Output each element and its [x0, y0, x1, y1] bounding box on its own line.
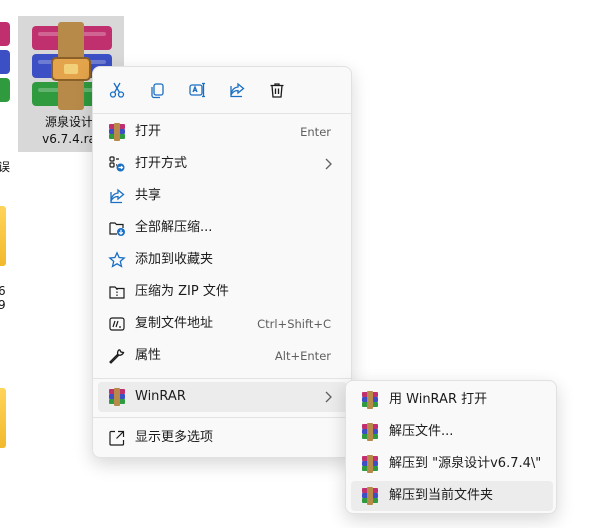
toolbar-divider [93, 113, 351, 114]
menu-item-add-favorites[interactable]: 添加到收藏夹 [98, 245, 347, 275]
submenu-item-label: 用 WinRAR 打开 [389, 392, 488, 407]
submenu-item-extract-files[interactable]: 解压文件... [351, 417, 553, 447]
submenu-item-label: 解压文件... [389, 424, 454, 439]
share-icon [110, 188, 125, 204]
menu-item-label: 全部解压缩... [135, 220, 213, 235]
menu-item-open[interactable]: 打开 Enter [98, 117, 347, 147]
share-button[interactable] [222, 75, 252, 105]
menu-item-shortcut: Enter [300, 125, 331, 139]
rename-button[interactable] [182, 75, 212, 105]
folder-icon[interactable] [0, 206, 6, 266]
chevron-right-icon [325, 391, 332, 403]
submenu-item-extract-to-folder[interactable]: 解压到 "源泉设计v6.7.4\" [351, 449, 553, 479]
chevron-right-icon [325, 158, 332, 170]
menu-item-shortcut: Alt+Enter [274, 349, 331, 363]
menu-item-label: 显示更多选项 [135, 430, 214, 445]
edge-text: 9 [0, 298, 6, 312]
context-toolbar [93, 75, 351, 105]
menu-item-label: 属性 [135, 348, 162, 363]
menu-item-shortcut: Ctrl+Shift+C [257, 317, 331, 331]
cut-button[interactable] [102, 75, 132, 105]
submenu-item-open-with-winrar[interactable]: 用 WinRAR 打开 [351, 385, 553, 415]
winrar-submenu: 用 WinRAR 打开 解压文件... 解压到 "源泉设计v6.7.4\" 解压… [345, 380, 557, 514]
menu-item-label: 打开方式 [135, 156, 188, 171]
submenu-item-label: 解压到 "源泉设计v6.7.4\" [389, 456, 542, 471]
submenu-item-label: 解压到当前文件夹 [389, 488, 494, 503]
cut-icon [109, 82, 125, 98]
winrar-icon [108, 388, 126, 406]
menu-item-copy-path[interactable]: 复制文件地址 Ctrl+Shift+C [98, 309, 347, 339]
open-with-icon [109, 156, 125, 172]
menu-item-compress-zip[interactable]: 压缩为 ZIP 文件 [98, 277, 347, 307]
folder-icon[interactable] [0, 388, 6, 448]
winrar-icon [108, 123, 126, 141]
menu-item-properties[interactable]: 属性 Alt+Enter [98, 341, 347, 371]
menu-item-label: 添加到收藏夹 [135, 252, 214, 267]
menu-divider [93, 378, 351, 379]
copy-icon [151, 83, 164, 99]
menu-item-label: 打开 [135, 124, 162, 139]
menu-item-label: 复制文件地址 [135, 316, 214, 331]
menu-item-winrar[interactable]: WinRAR [98, 382, 347, 412]
edge-text: 误 [0, 160, 11, 174]
wrench-icon [109, 348, 125, 364]
edge-text: 6 [0, 284, 6, 298]
menu-item-label: WinRAR [135, 389, 186, 404]
zip-icon [109, 286, 125, 299]
menu-item-label: 共享 [135, 188, 162, 203]
menu-item-show-more-options[interactable]: 显示更多选项 [98, 423, 347, 453]
rename-icon [189, 82, 205, 98]
delete-icon [270, 83, 284, 98]
delete-button[interactable] [262, 75, 292, 105]
share-icon [230, 82, 245, 98]
menu-item-open-with[interactable]: 打开方式 [98, 149, 347, 179]
menu-item-label: 压缩为 ZIP 文件 [135, 284, 229, 299]
menu-item-share[interactable]: 共享 [98, 181, 347, 211]
copy-path-icon [109, 317, 125, 331]
winrar-icon [361, 487, 379, 505]
winrar-icon [361, 391, 379, 409]
winrar-icon [361, 423, 379, 441]
partial-file-icon[interactable] [0, 22, 10, 102]
more-options-icon [109, 430, 125, 446]
star-icon [108, 251, 126, 268]
menu-item-extract-all[interactable]: 全部解压缩... [98, 213, 347, 243]
submenu-item-extract-here[interactable]: 解压到当前文件夹 [351, 481, 553, 511]
winrar-icon [361, 455, 379, 473]
extract-all-icon [109, 222, 125, 236]
context-menu: 打开 Enter 打开方式 共享 全部解压缩... 添加到收藏夹 压缩为 ZIP… [92, 66, 352, 458]
copy-button[interactable] [142, 75, 172, 105]
menu-divider [93, 417, 351, 418]
